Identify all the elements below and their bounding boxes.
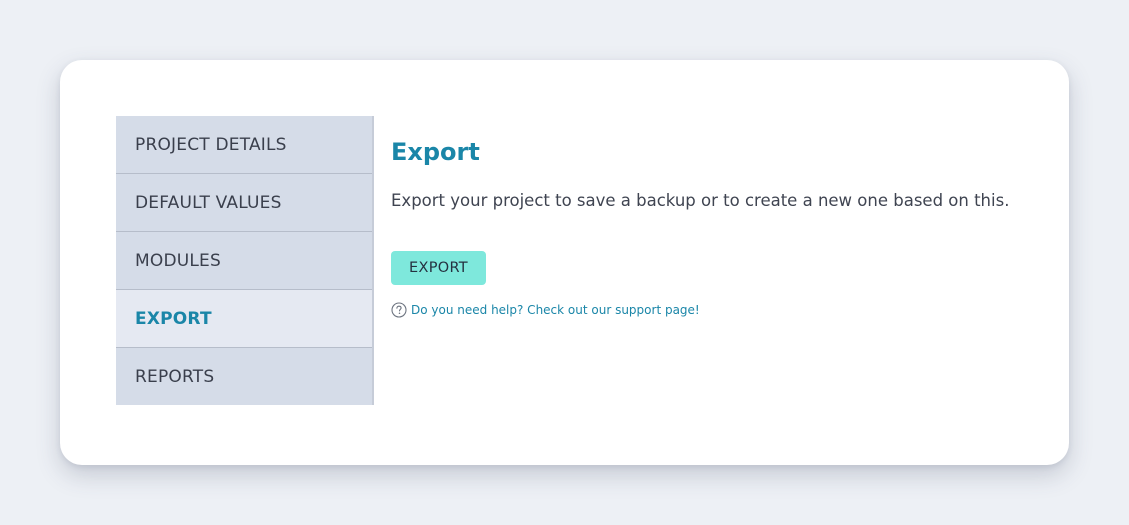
support-link-text: Do you need help? Check out our support … <box>411 303 700 317</box>
sidebar-item-label: MODULES <box>135 251 221 271</box>
support-link[interactable]: Do you need help? Check out our support … <box>391 302 1051 318</box>
export-button[interactable]: EXPORT <box>391 251 486 285</box>
export-description: Export your project to save a backup or … <box>391 191 1010 210</box>
sidebar-item-label: EXPORT <box>135 309 212 329</box>
question-circle-icon <box>391 302 407 318</box>
settings-sidebar: PROJECT DETAILS DEFAULT VALUES MODULES E… <box>116 116 374 405</box>
export-panel: Export Export your project to save a bac… <box>391 136 1051 318</box>
sidebar-item-reports[interactable]: REPORTS <box>116 348 372 405</box>
sidebar-item-default-values[interactable]: DEFAULT VALUES <box>116 174 372 232</box>
sidebar-item-export[interactable]: EXPORT <box>116 290 372 348</box>
page-title: Export <box>391 138 480 166</box>
sidebar-item-label: DEFAULT VALUES <box>135 193 282 213</box>
sidebar-item-label: PROJECT DETAILS <box>135 135 287 155</box>
settings-card: PROJECT DETAILS DEFAULT VALUES MODULES E… <box>60 60 1069 465</box>
sidebar-item-modules[interactable]: MODULES <box>116 232 372 290</box>
sidebar-item-label: REPORTS <box>135 367 215 387</box>
sidebar-item-project-details[interactable]: PROJECT DETAILS <box>116 116 372 174</box>
